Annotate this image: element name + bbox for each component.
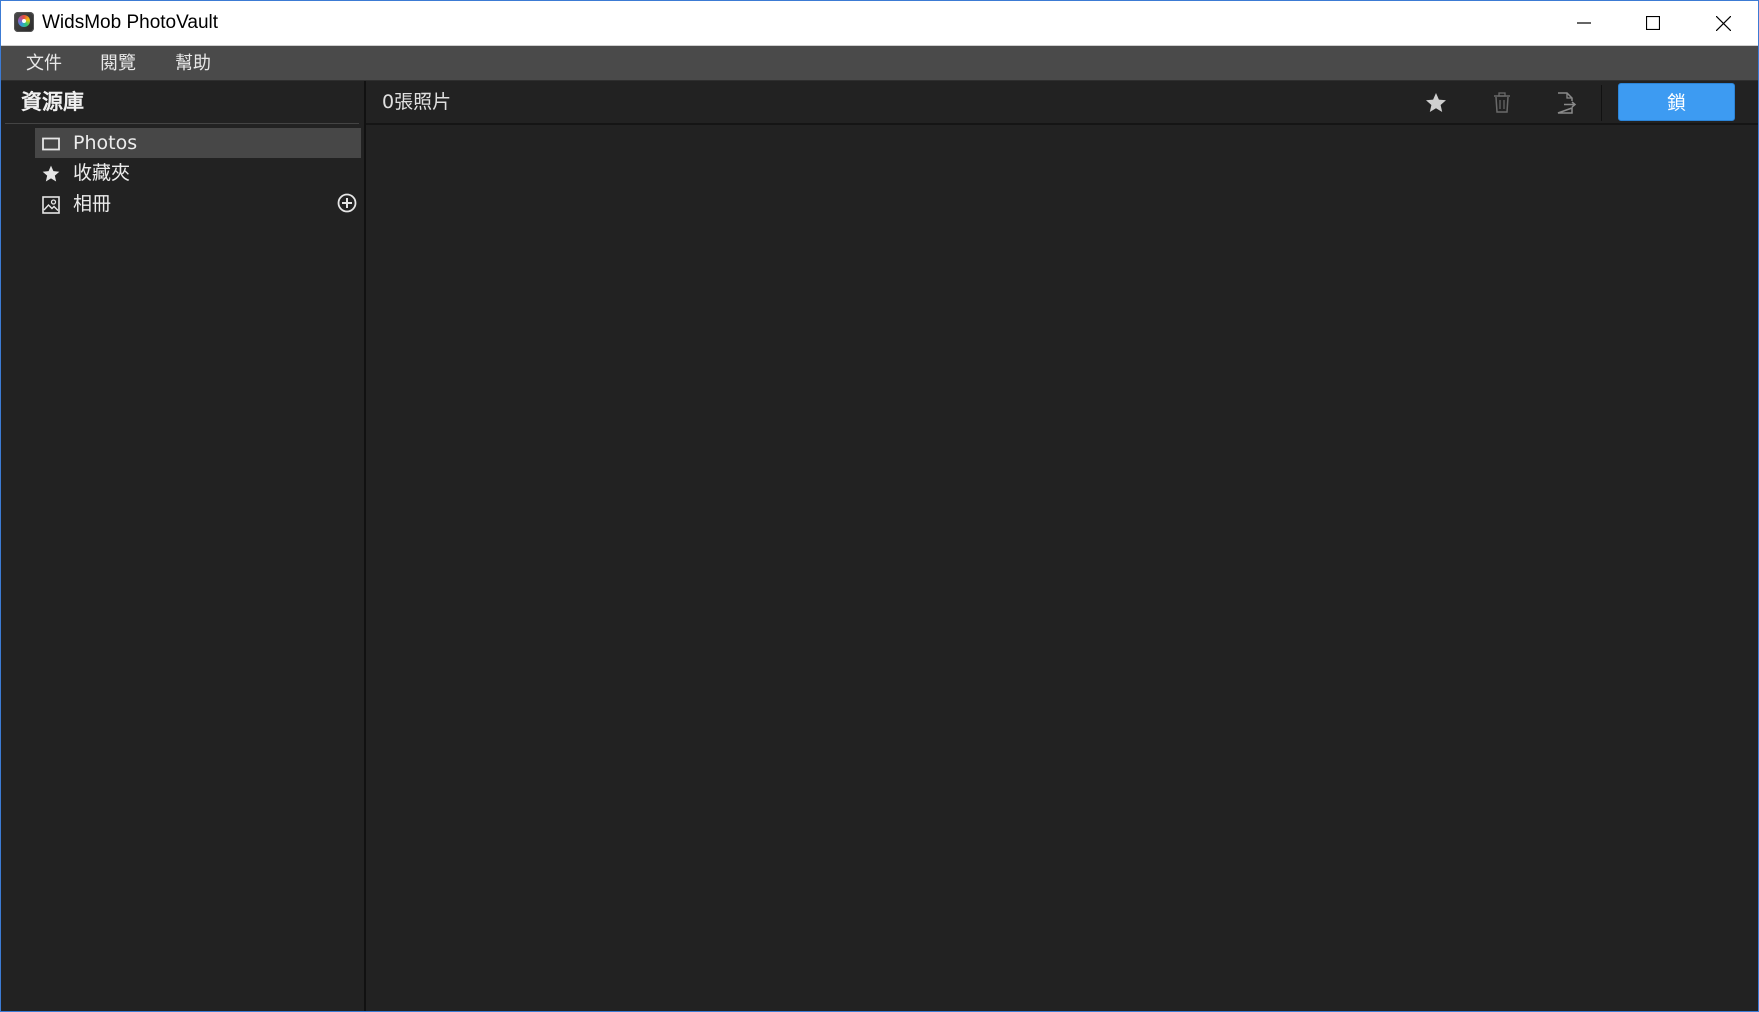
add-album-button[interactable] <box>336 192 358 214</box>
menu-file[interactable]: 文件 <box>18 46 70 80</box>
app-window: WidsMob PhotoVault 文件 閱覽 幫助 資源庫 Photos 收… <box>0 0 1759 1012</box>
star-icon <box>1426 93 1446 112</box>
window-title: WidsMob PhotoVault <box>42 12 219 33</box>
menu-view[interactable]: 閱覽 <box>92 46 144 80</box>
main-panel: 0張照片 鎖 <box>366 81 1758 1011</box>
sidebar-item-label: Photos <box>73 132 138 154</box>
export-button[interactable] <box>1550 87 1582 119</box>
close-icon <box>1715 15 1731 31</box>
lock-button[interactable]: 鎖 <box>1618 83 1735 121</box>
menu-help[interactable]: 幫助 <box>167 46 219 80</box>
maximize-button[interactable] <box>1618 1 1688 45</box>
minimize-icon <box>1577 22 1591 24</box>
menu-bar: 文件 閱覽 幫助 <box>1 46 1758 81</box>
library-divider <box>5 123 359 124</box>
sidebar-item-favorites[interactable]: 收藏夾 <box>35 158 361 188</box>
delete-button[interactable] <box>1486 87 1518 119</box>
star-icon <box>41 164 61 184</box>
toolbar: 0張照片 鎖 <box>366 81 1758 125</box>
export-icon <box>1557 92 1577 114</box>
photo-frame-icon <box>41 134 61 154</box>
album-icon <box>41 195 61 215</box>
app-logo-icon <box>14 12 34 32</box>
sidebar-item-photos[interactable]: Photos <box>35 128 361 158</box>
favorite-button[interactable] <box>1420 87 1452 119</box>
minimize-button[interactable] <box>1549 1 1619 45</box>
photo-count: 0張照片 <box>382 91 452 113</box>
close-button[interactable] <box>1688 1 1758 45</box>
maximize-icon <box>1646 16 1660 30</box>
sidebar-item-label: 相冊 <box>73 193 112 215</box>
sidebar-item-albums[interactable]: 相冊 <box>35 189 361 219</box>
sidebar: 資源庫 Photos 收藏夾 相冊 <box>1 81 366 1011</box>
plus-circle-icon <box>337 193 357 213</box>
title-bar[interactable]: WidsMob PhotoVault <box>1 1 1758 46</box>
sidebar-item-label: 收藏夾 <box>73 162 131 184</box>
trash-icon <box>1494 92 1510 113</box>
library-title: 資源庫 <box>21 90 84 114</box>
toolbar-divider <box>1601 85 1602 121</box>
photo-grid-area[interactable] <box>366 125 1758 1011</box>
